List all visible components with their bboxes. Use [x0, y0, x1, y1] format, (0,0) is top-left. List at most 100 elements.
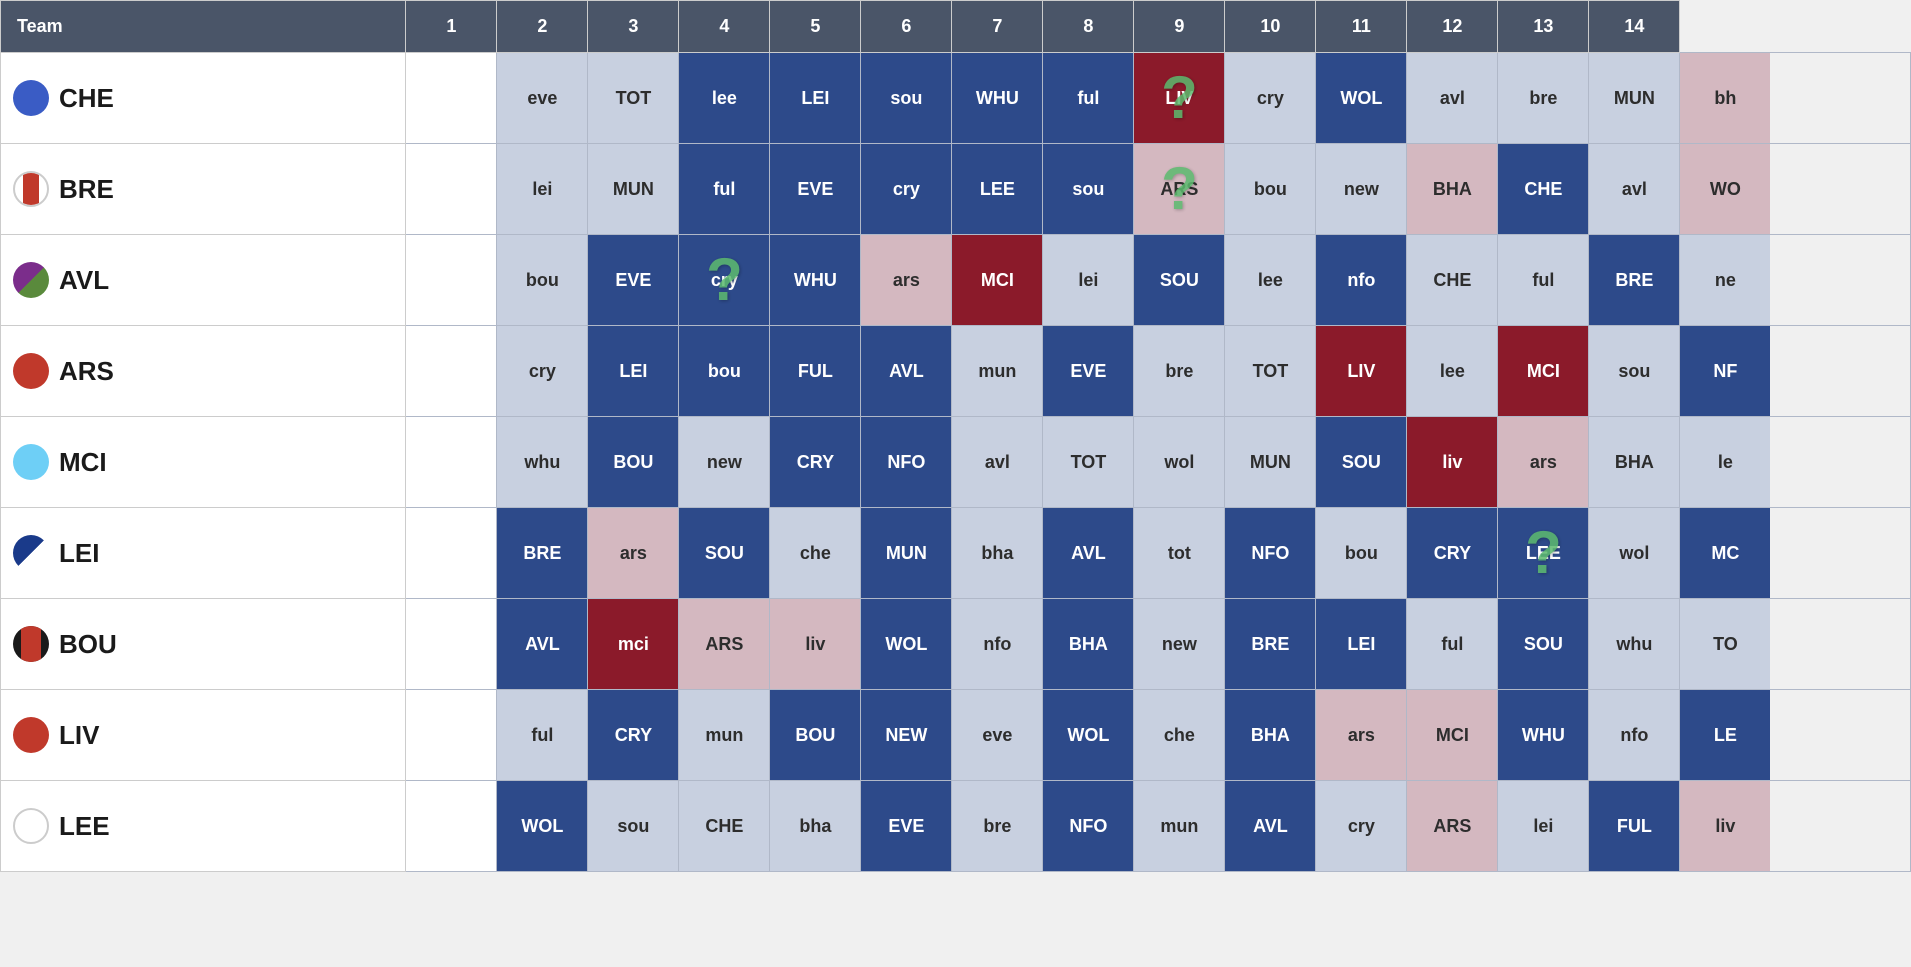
team-name-LEI: LEI [59, 538, 99, 569]
fixture-text: LEI [770, 53, 860, 143]
fixture-cell: lee [679, 53, 770, 144]
fixture-text [406, 417, 496, 507]
fixture-text: FUL [1589, 781, 1679, 871]
fixture-text: WOL [861, 599, 951, 689]
fixture-text: bre [1498, 53, 1588, 143]
table-row: AVLbouEVEcry?WHUarsMCIleiSOUleenfoCHEful… [1, 235, 1911, 326]
fixture-opponent: wol [1164, 452, 1194, 473]
fixture-cell: ful [497, 690, 588, 781]
fixture-text: BRE [1225, 599, 1315, 689]
fixture-text: eve [497, 53, 587, 143]
fixture-opponent: cry [529, 361, 556, 382]
fixture-text: BOU [770, 690, 860, 780]
fixture-cell: CRY [588, 690, 679, 781]
fixture-text: mun [952, 326, 1042, 416]
fixture-text: EVE [588, 235, 678, 325]
fixture-cell [406, 599, 497, 690]
fixture-text: mci [588, 599, 678, 689]
fixture-text: AVL [861, 326, 951, 416]
team-name-CHE: CHE [59, 83, 114, 114]
fixture-opponent: SOU [1160, 270, 1199, 291]
fixture-opponent: lei [532, 179, 552, 200]
fixture-text: SOU [679, 508, 769, 598]
fixture-cell [406, 53, 497, 144]
fixture-text [406, 599, 496, 689]
fixture-opponent: sou [1072, 179, 1104, 200]
fixture-text: BHA [1407, 144, 1497, 234]
fixture-opponent: sou [1618, 361, 1650, 382]
fixture-text: LEI [588, 326, 678, 416]
fixture-opponent: AVL [525, 634, 560, 655]
fixture-opponent: AVL [889, 361, 924, 382]
fixture-opponent: CRY [1434, 543, 1471, 564]
fixture-text: ars [1316, 690, 1406, 780]
fixture-text: TO [1680, 599, 1770, 689]
fixture-cell: bre [1134, 326, 1225, 417]
fixture-opponent: NFO [1069, 816, 1107, 837]
fixture-text: MCI [952, 235, 1042, 325]
fixture-text: bou [679, 326, 769, 416]
fixture-opponent: FUL [798, 361, 833, 382]
fixture-cell: nfo [952, 599, 1043, 690]
fixture-cell: ars [1498, 417, 1589, 508]
fixture-text: bou [497, 235, 587, 325]
fixture-text: che [770, 508, 860, 598]
fixture-opponent: ful [1532, 270, 1554, 291]
fixture-cell: bou [497, 235, 588, 326]
fixture-cell: SOU [1316, 417, 1407, 508]
fixture-text [406, 690, 496, 780]
fixture-text: bou [1225, 144, 1315, 234]
fixture-text: AVL [1225, 781, 1315, 871]
fixture-text: CRY [588, 690, 678, 780]
fixture-cell: SOU [1134, 235, 1225, 326]
fixture-cell: WHU [952, 53, 1043, 144]
fixture-opponent: bh [1714, 88, 1736, 109]
fixture-cell: NFO [1225, 508, 1316, 599]
fixture-text [406, 53, 496, 143]
fixture-text: lee [679, 53, 769, 143]
fixture-cell: new [679, 417, 770, 508]
fixture-text: ARS [679, 599, 769, 689]
fixture-opponent: mun [1160, 816, 1198, 837]
team-cell-LEI: LEI [1, 508, 406, 599]
fixture-opponent: che [1164, 725, 1195, 746]
fixture-opponent: liv [1442, 452, 1462, 473]
col-header-12: 12 [1407, 1, 1498, 53]
fixture-text: WO [1680, 144, 1770, 234]
fixture-opponent: tot [1168, 543, 1191, 564]
fixture-opponent: SOU [705, 543, 744, 564]
fixture-cell: SOU [679, 508, 770, 599]
fixture-cell: sou [588, 781, 679, 872]
fixture-opponent: liv [805, 634, 825, 655]
fixture-opponent: CRY [615, 725, 652, 746]
fixture-opponent: TOT [1071, 452, 1107, 473]
fixture-text: MUN [861, 508, 951, 598]
col-header-9: 9 [1134, 1, 1225, 53]
fixture-text [406, 326, 496, 416]
fixture-opponent: MC [1711, 543, 1739, 564]
fixture-opponent: WOL [521, 816, 563, 837]
fixture-cell: CHE [1407, 235, 1498, 326]
fixture-text: TOT [1043, 417, 1133, 507]
fixture-cell: MC [1680, 508, 1911, 599]
fixture-opponent: nfo [1347, 270, 1375, 291]
col-header-5: 5 [770, 1, 861, 53]
team-cell-CHE: CHE [1, 53, 406, 144]
fixture-cell: ne [1680, 235, 1911, 326]
fixture-cell: LEE [952, 144, 1043, 235]
fixture-text: LIV [1316, 326, 1406, 416]
fixture-cell: ful [1407, 599, 1498, 690]
col-header-2: 2 [497, 1, 588, 53]
fixture-text: tot [1134, 508, 1224, 598]
fixture-opponent: eve [982, 725, 1012, 746]
fixture-text: BOU [588, 417, 678, 507]
fixture-text: new [679, 417, 769, 507]
fixture-opponent: ful [1441, 634, 1463, 655]
fixture-cell: bh [1680, 53, 1911, 144]
fixture-opponent: che [800, 543, 831, 564]
fixture-cell: AVL [497, 599, 588, 690]
fixture-cell: bre [952, 781, 1043, 872]
fixture-cell: ful [1498, 235, 1589, 326]
fixture-text: le [1680, 417, 1770, 507]
fixture-cell: bou [1225, 144, 1316, 235]
